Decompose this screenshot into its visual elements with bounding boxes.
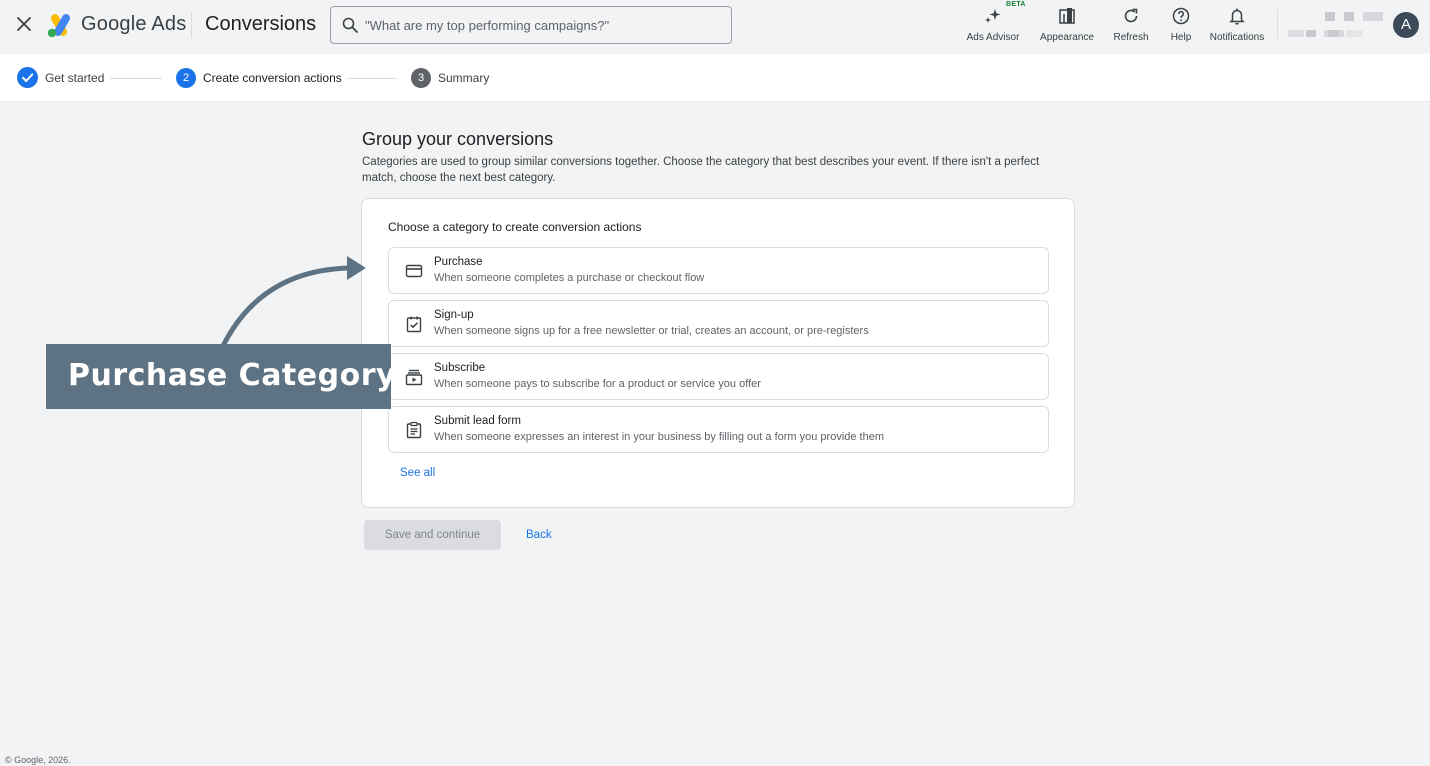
category-option-subscribe[interactable]: Subscribe When someone pays to subscribe…: [388, 353, 1049, 400]
avatar[interactable]: A: [1393, 12, 1419, 38]
stepper: Get started 2 Create conversion actions …: [0, 54, 1430, 102]
option-title: Submit lead form: [434, 415, 521, 427]
form-clipboard-icon: [406, 421, 422, 439]
category-option-submit-lead-form[interactable]: Submit lead form When someone expresses …: [388, 406, 1049, 453]
step-connector: [347, 78, 397, 79]
card-title: Choose a category to create conversion a…: [388, 220, 642, 234]
step-1-complete: [17, 67, 38, 88]
appearance-icon: [1059, 8, 1075, 24]
step-1-label: Get started: [45, 71, 105, 85]
header-divider: [191, 12, 192, 38]
ads-advisor-label: Ads Advisor: [966, 32, 1020, 43]
checkbox-clipboard-icon: [406, 316, 422, 333]
option-description: When someone signs up for a free newslet…: [434, 325, 869, 337]
copyright-footer: © Google, 2026.: [5, 755, 71, 765]
appearance-button[interactable]: Appearance: [1036, 4, 1098, 50]
option-title: Sign-up: [434, 309, 474, 321]
refresh-icon: [1124, 8, 1138, 23]
beta-badge: BETA: [1006, 1, 1026, 8]
save-and-continue-button[interactable]: Save and continue: [364, 520, 501, 550]
option-description: When someone pays to subscribe for a pro…: [434, 378, 761, 390]
search-box[interactable]: [330, 6, 732, 44]
top-app-bar: Google Ads Conversions Ads Advisor BETA …: [0, 0, 1430, 54]
annotation-label: Purchase Category: [68, 358, 397, 393]
refresh-label: Refresh: [1113, 32, 1149, 43]
help-label: Help: [1170, 32, 1192, 43]
header-divider: [1277, 10, 1278, 38]
notifications-label: Notifications: [1209, 32, 1265, 43]
close-icon: [17, 17, 31, 31]
annotation-callout: Purchase Category: [46, 344, 396, 409]
help-button[interactable]: Help: [1164, 4, 1198, 50]
see-all-link[interactable]: See all: [400, 467, 435, 479]
ads-advisor-button[interactable]: Ads Advisor: [962, 4, 1024, 50]
credit-card-icon: [405, 264, 423, 278]
help-icon: [1172, 7, 1190, 25]
refresh-button[interactable]: Refresh: [1108, 4, 1154, 50]
step-2-label: Create conversion actions: [203, 71, 342, 85]
section-description: Categories are used to group similar con…: [362, 156, 1040, 184]
category-option-purchase[interactable]: Purchase When someone completes a purcha…: [388, 247, 1049, 294]
search-icon: [342, 17, 358, 33]
category-option-sign-up[interactable]: Sign-up When someone signs up for a free…: [388, 300, 1049, 347]
step-3-label: Summary: [438, 71, 490, 85]
category-card: Choose a category to create conversion a…: [361, 198, 1075, 508]
checkmark-icon: [22, 73, 34, 82]
section-title: Group your conversions: [362, 129, 554, 149]
step-2-number: 2: [176, 68, 196, 88]
option-title: Purchase: [434, 256, 483, 268]
product-name: Google Ads: [81, 13, 187, 35]
account-info-redacted[interactable]: [1288, 10, 1388, 40]
step-3-number: 3: [411, 68, 431, 88]
appearance-label: Appearance: [1040, 32, 1094, 43]
step-connector: [110, 78, 162, 79]
bell-icon: [1229, 8, 1245, 25]
close-button[interactable]: [12, 12, 36, 36]
option-description: When someone completes a purchase or che…: [434, 272, 705, 284]
notifications-button[interactable]: Notifications: [1204, 4, 1270, 50]
search-input[interactable]: [365, 7, 725, 43]
page-title: Conversions: [205, 13, 317, 35]
back-link[interactable]: Back: [526, 529, 552, 541]
sparkle-icon: [985, 9, 1001, 23]
subscription-icon: [405, 369, 423, 386]
google-ads-logo-icon: [46, 12, 74, 38]
option-description: When someone expresses an interest in yo…: [434, 431, 885, 443]
option-title: Subscribe: [434, 362, 486, 374]
